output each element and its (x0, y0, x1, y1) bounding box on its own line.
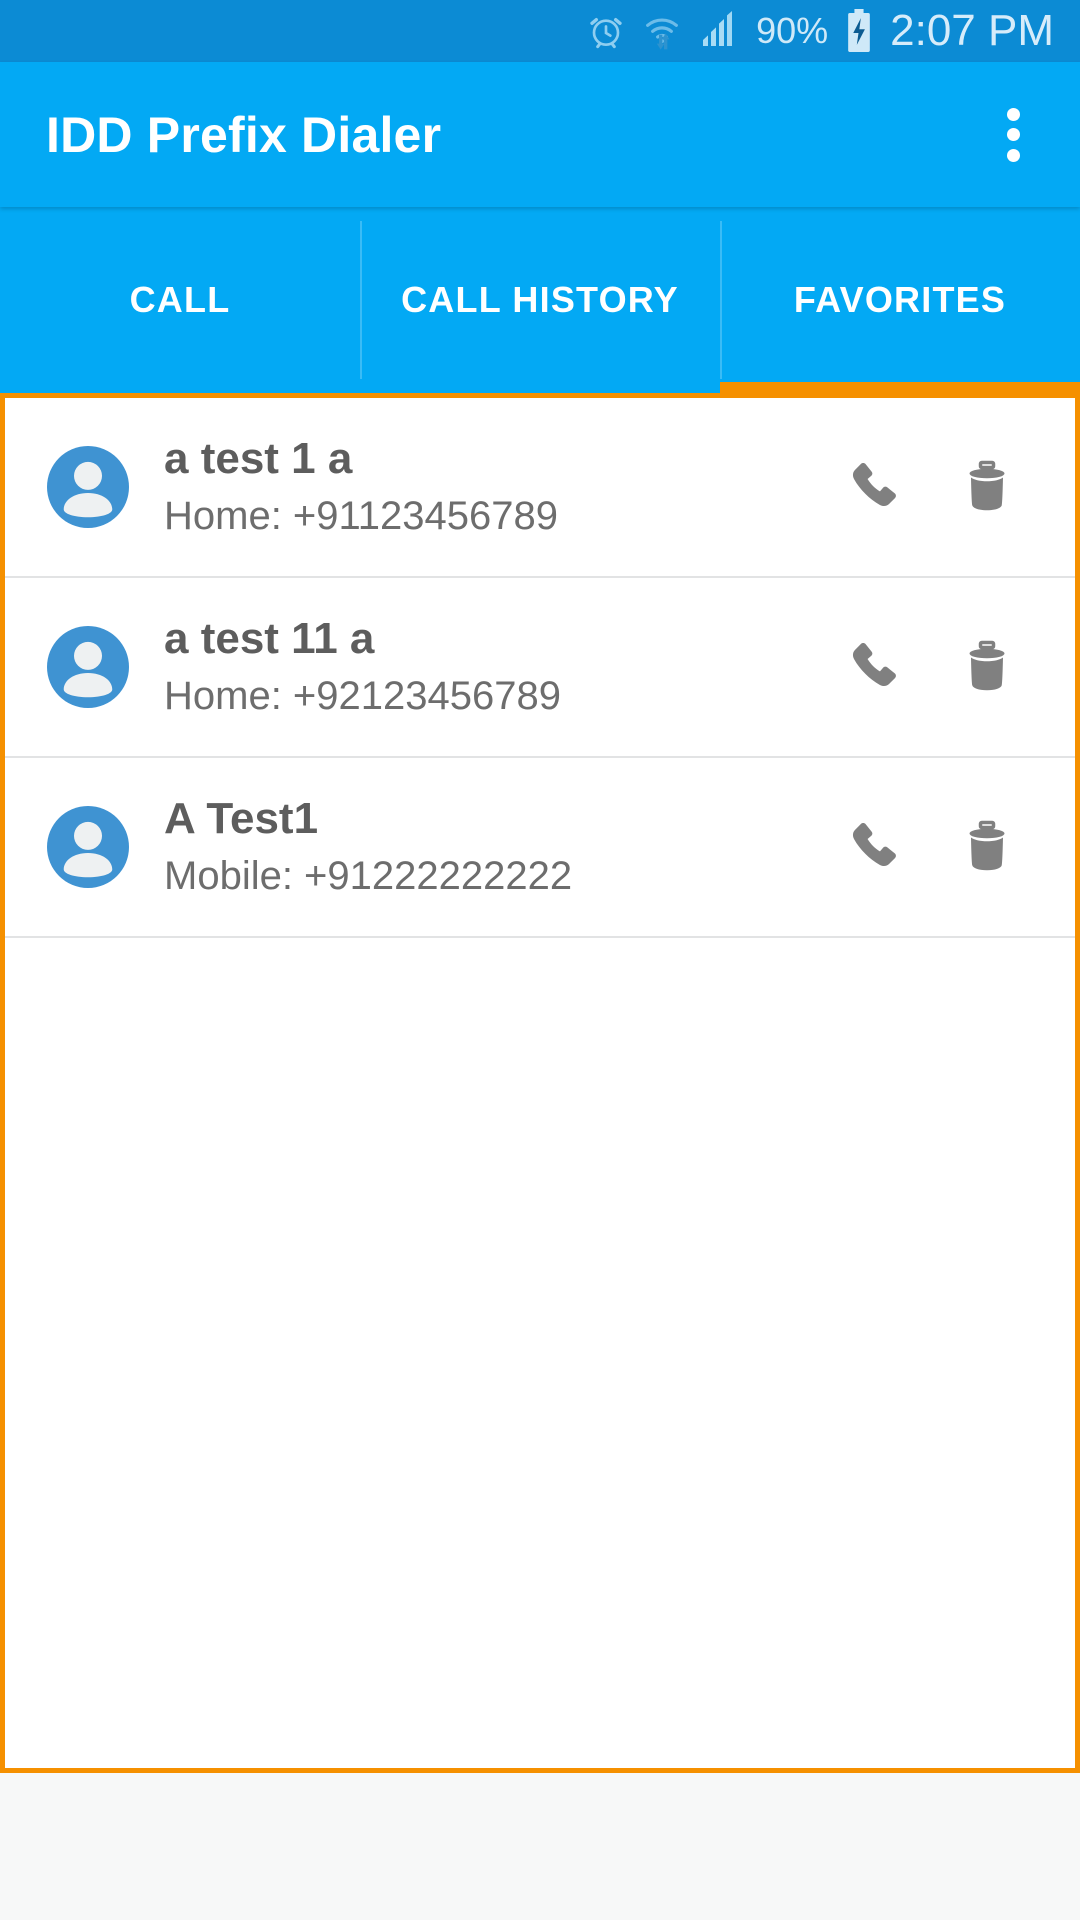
contact-number: Home: +92123456789 (164, 673, 561, 718)
app-bar: IDD Prefix Dialer (0, 62, 1080, 207)
list-item[interactable]: A Test1 Mobile: +91222222222 (5, 758, 1075, 938)
phone-icon[interactable] (821, 615, 925, 719)
person-avatar-icon (47, 446, 129, 528)
contact-text: a test 11 a Home: +92123456789 (164, 614, 821, 719)
tab-bar: CALL CALL HISTORY FAVORITES (0, 207, 1080, 393)
person-avatar-icon (47, 626, 129, 708)
list-item[interactable]: a test 1 a Home: +91123456789 (5, 398, 1075, 578)
menu-dot (1006, 128, 1020, 141)
phone-icon[interactable] (821, 435, 925, 539)
contact-name: A Test1 (164, 794, 319, 844)
status-bar-clock: 2:07 PM (890, 6, 1054, 55)
contact-text: A Test1 Mobile: +91222222222 (164, 794, 821, 899)
alarm-clock-icon (586, 11, 626, 51)
trash-icon[interactable] (935, 615, 1039, 719)
trash-icon[interactable] (935, 435, 1039, 539)
row-actions (821, 435, 1039, 539)
tab-label: CALL HISTORY (401, 279, 679, 320)
tab-call[interactable]: CALL (0, 207, 360, 393)
tab-favorites[interactable]: FAVORITES (720, 207, 1080, 393)
tab-call-history[interactable]: CALL HISTORY (360, 207, 720, 393)
list-item[interactable]: a test 11 a Home: +92123456789 (5, 578, 1075, 758)
tab-label: FAVORITES (793, 279, 1007, 320)
status-bar: 90% 2:07 PM (0, 0, 1080, 62)
person-avatar-icon (47, 806, 129, 888)
contact-number: Mobile: +91222222222 (164, 853, 573, 898)
contact-text: a test 1 a Home: +91123456789 (164, 434, 821, 539)
favorites-content-panel: a test 1 a Home: +91123456789 a test 11 … (0, 393, 1080, 1773)
row-actions (821, 795, 1039, 899)
menu-dot (1006, 107, 1020, 121)
active-tab-indicator (720, 382, 1080, 393)
phone-icon[interactable] (821, 795, 925, 899)
battery-percent-label: 90% (756, 10, 829, 51)
more-vertical-icon[interactable] (990, 104, 1036, 166)
bottom-spacer (0, 1773, 1080, 1920)
menu-dot (1006, 148, 1020, 162)
contact-name: a test 11 a (164, 614, 375, 664)
battery-charging-icon (844, 9, 874, 53)
contact-number: Home: +91123456789 (164, 493, 559, 538)
trash-icon[interactable] (935, 795, 1039, 899)
cellular-signal-icon (698, 11, 740, 51)
tab-label: CALL (129, 279, 231, 320)
page-title: IDD Prefix Dialer (46, 106, 442, 163)
wifi-transfer-icon (642, 11, 682, 51)
contact-name: a test 1 a (164, 434, 353, 484)
row-actions (821, 615, 1039, 719)
favorites-list: a test 1 a Home: +91123456789 a test 11 … (5, 398, 1075, 938)
